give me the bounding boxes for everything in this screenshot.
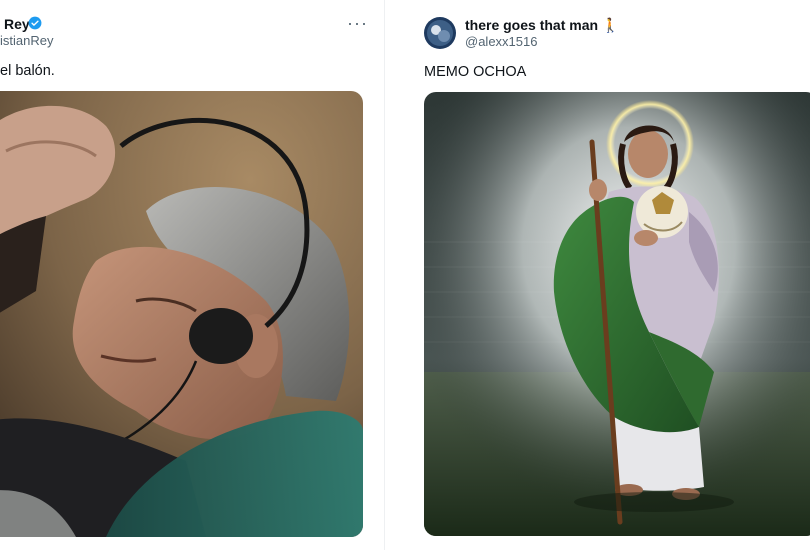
tweet-text: MEMO OCHOA: [424, 64, 527, 80]
author-name[interactable]: there goes that man 🚶: [465, 17, 619, 34]
tweet-left[interactable]: Rey istianRey ··· el balón.: [0, 0, 372, 550]
tweet-image[interactable]: [424, 92, 810, 536]
verified-badge-icon: [28, 16, 42, 30]
tweet-image[interactable]: [0, 91, 363, 537]
avatar-image: [424, 17, 456, 49]
author-handle[interactable]: istianRey: [0, 33, 53, 48]
saint-figure-image: [424, 92, 810, 536]
tweet-right[interactable]: there goes that man 🚶 @alexx1516 MEMO OC…: [408, 0, 810, 550]
author-name[interactable]: Rey: [4, 16, 30, 32]
author-handle[interactable]: @alexx1516: [465, 34, 537, 49]
more-options-icon[interactable]: ···: [347, 14, 368, 32]
headphones-man-photo: [0, 91, 363, 537]
avatar[interactable]: [424, 17, 456, 49]
tweet-text: el balón.: [0, 63, 55, 79]
column-divider: [384, 0, 385, 550]
